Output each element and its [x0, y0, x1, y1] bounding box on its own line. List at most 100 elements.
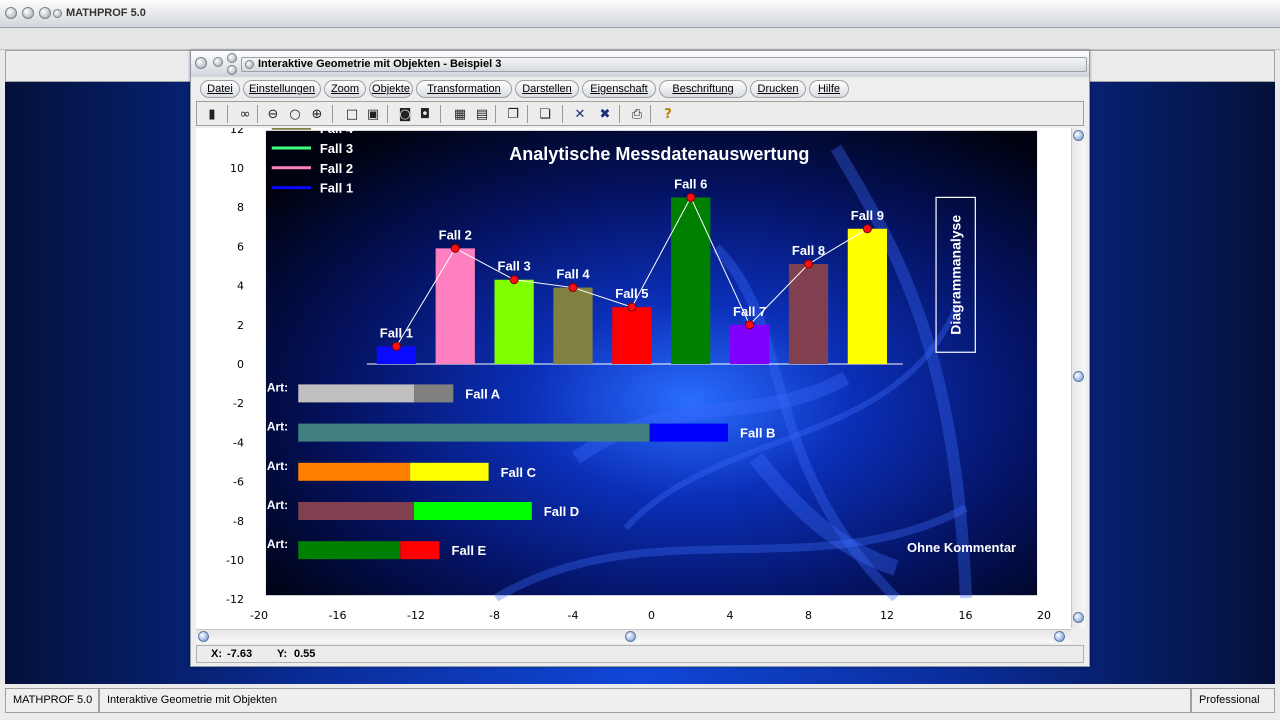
bar-7 [730, 324, 770, 364]
horizontal-scroll-thumb[interactable] [625, 631, 636, 642]
zoom-in-icon[interactable]: ⊕ [307, 104, 327, 124]
legend-label: Fall 1 [320, 181, 353, 196]
frames-icon[interactable]: ▣ [363, 104, 383, 124]
cross2-icon[interactable]: ✖ [595, 104, 615, 124]
app-minimize-button[interactable] [22, 7, 34, 19]
legend-label: Fall 4 [320, 128, 354, 136]
scroll-up-button[interactable] [1073, 130, 1084, 141]
x-tick-label: 4 [727, 609, 734, 622]
bar-5 [612, 307, 652, 364]
pages-icon[interactable]: ❏ [535, 104, 555, 124]
y-tick-label: -12 [226, 593, 244, 606]
app-title: MATHPROF 5.0 [66, 7, 146, 19]
horizontal-scrollbar[interactable] [196, 629, 1071, 643]
hbar-segment [298, 541, 401, 560]
toolbar-separator [440, 105, 441, 123]
square-icon[interactable]: □ [342, 104, 362, 124]
bar-point [745, 320, 755, 330]
copy-icon[interactable]: ❐ [503, 104, 523, 124]
cross-icon[interactable]: ✕ [570, 104, 590, 124]
window-close-button[interactable] [227, 65, 237, 75]
window-maximize-button[interactable] [227, 53, 237, 63]
app-maximize-button[interactable] [39, 7, 51, 19]
vertical-scroll-thumb[interactable] [1073, 371, 1084, 382]
toolbar-separator [387, 105, 388, 123]
toolbar: ▮ ∞ ⊖ ○ ⊕ □ ▣ ◙ ◘ ▦ ▤ ❐ ❏ ✕ ✖ ⎙? [196, 101, 1084, 126]
help-icon[interactable]: ? [658, 104, 678, 124]
bar-point [804, 259, 813, 269]
hbar-segment [414, 384, 454, 403]
hbar-segment [298, 462, 411, 481]
y-tick-label: -10 [226, 554, 244, 567]
menu-einstellungen[interactable]: Einstellungen [243, 80, 321, 98]
toolbar-separator [619, 105, 620, 123]
hbar-prefix: Art: [267, 498, 288, 512]
x-tick-label: 20 [1037, 609, 1051, 622]
app-system-button[interactable] [5, 7, 17, 19]
menu-hilfe[interactable]: Hilfe [809, 80, 849, 98]
x-tick-label: -16 [329, 609, 347, 622]
table-edit-icon[interactable]: ▤ [472, 104, 492, 124]
menu-datei[interactable]: Datei [200, 80, 240, 98]
menu-objekte[interactable]: Objekte [369, 80, 413, 98]
calculator-icon[interactable]: ▮ [202, 104, 222, 124]
toolbar-separator [562, 105, 563, 123]
bar-label: Fall 4 [556, 267, 590, 282]
menu-eigenschaft[interactable]: Eigenschaft [582, 80, 656, 98]
geometry-window: Interaktive Geometrie mit Objekten - Bei… [190, 50, 1090, 667]
bar-8 [788, 264, 829, 364]
window-title-text: Interaktive Geometrie mit Objekten - Bei… [258, 58, 502, 70]
zoom-reset-icon[interactable]: ○ [285, 104, 305, 124]
toolbar-separator [332, 105, 333, 123]
zoom-out-icon[interactable]: ⊖ [263, 104, 283, 124]
scroll-right-button[interactable] [1054, 631, 1065, 642]
bar-2 [435, 248, 475, 364]
hbar-prefix: Art: [267, 537, 288, 551]
menu-darstellen[interactable]: Darstellen [515, 80, 579, 98]
x-tick-label: -4 [568, 609, 579, 622]
bar-point [509, 275, 519, 285]
bar-label: Fall 6 [674, 176, 707, 191]
bar-3 [494, 279, 534, 364]
bar-point [862, 224, 872, 234]
menu-beschriftung[interactable]: Beschriftung [659, 80, 747, 98]
legend-label: Fall 3 [320, 141, 353, 156]
status-bar: MATHPROF 5.0 Interaktive Geometrie mit O… [0, 686, 1280, 720]
hbar-prefix: Art: [267, 420, 288, 434]
print-icon[interactable]: ⎙ [627, 104, 647, 124]
window-minimize-button[interactable] [213, 57, 223, 67]
bar-label: Fall 5 [615, 286, 648, 301]
x-tick-label: 12 [880, 609, 894, 622]
window-system-button[interactable] [195, 57, 207, 69]
hbar-prefix: Art: [267, 459, 288, 473]
bar-label: Fall 9 [851, 208, 884, 223]
hbar-segment [298, 384, 415, 403]
y-coord-label: Y: [277, 648, 288, 660]
plot-canvas[interactable]: 121086420-2-4-6-8-10-12-20 -16 -12 -8 -4 0 4 8 1… [196, 128, 1071, 640]
hbar-segment [649, 423, 729, 442]
scroll-left-button[interactable] [198, 631, 209, 642]
disk2-icon[interactable]: ◘ [415, 104, 435, 124]
plot-area[interactable]: 12 10 8 6 4 2 0 -2 -4 -6 -8 -10 -12 -20 -16 -12 -8 -4 0 4 8 1… [196, 128, 1071, 640]
app-logo-icon [53, 9, 62, 18]
x-tick-label: -20 [250, 609, 268, 622]
toolbar-separator [227, 105, 228, 123]
bar-label: Fall 7 [733, 304, 766, 319]
menu-zoom[interactable]: Zoom [324, 80, 366, 98]
hbar-label: Fall D [544, 504, 579, 519]
curve-icon[interactable]: ∞ [235, 104, 255, 124]
x-tick-label: 0 [648, 609, 655, 622]
scroll-down-button[interactable] [1073, 612, 1084, 623]
x-tick-label: 8 [805, 609, 812, 622]
toolbar-separator [527, 105, 528, 123]
table-icon[interactable]: ▦ [450, 104, 470, 124]
y-tick-label: -2 [233, 397, 244, 410]
side-label: Diagrammanalyse [948, 215, 964, 335]
legend-label: Fall 2 [320, 161, 353, 176]
hbar-segment [410, 462, 489, 481]
menu-transformation[interactable]: Transformation [416, 80, 512, 98]
vertical-scrollbar[interactable] [1071, 128, 1085, 628]
disk-icon[interactable]: ◙ [395, 104, 415, 124]
y-tick-label: 4 [237, 280, 244, 293]
menu-drucken[interactable]: Drucken [750, 80, 806, 98]
